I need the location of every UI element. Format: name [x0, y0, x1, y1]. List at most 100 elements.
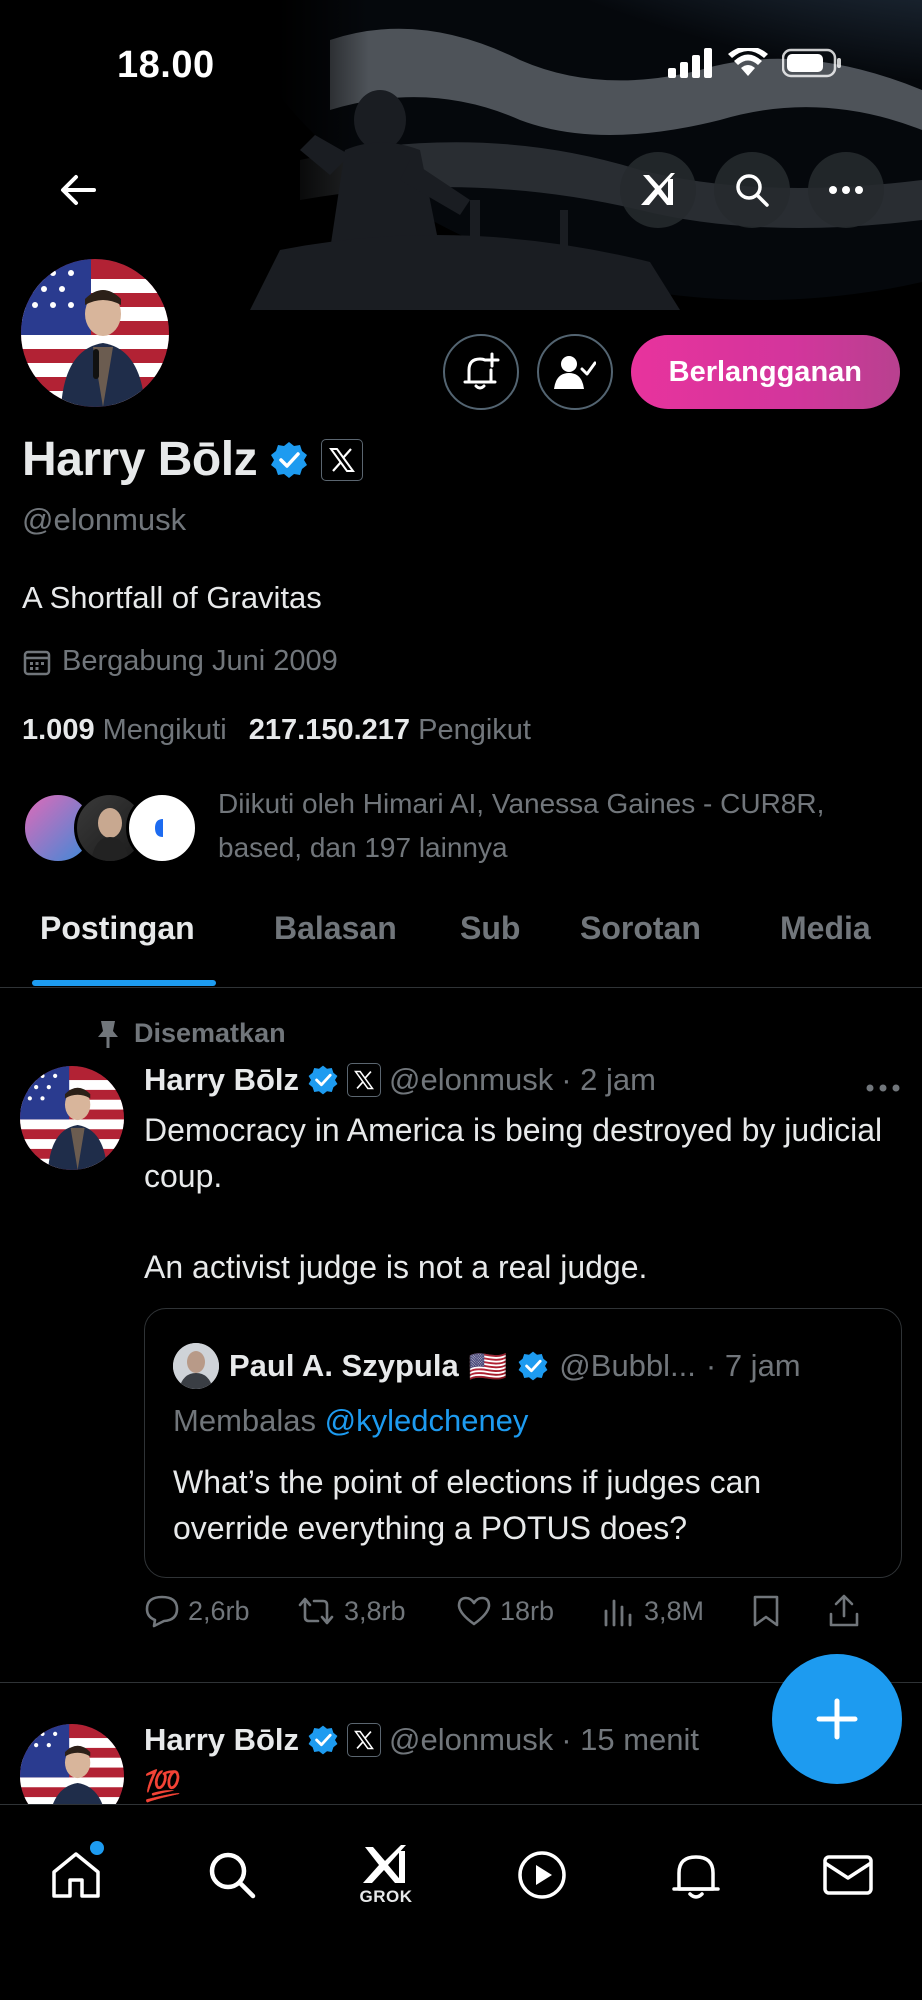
joined-text: Bergabung Juni 2009: [62, 645, 338, 677]
plus-icon: [816, 1698, 858, 1740]
tweet-author-handle: @elonmusk: [389, 1062, 554, 1097]
quoted-author-avatar: [173, 1343, 219, 1389]
tweet-avatar[interactable]: [20, 1066, 124, 1170]
affiliate-x-badge: [347, 1063, 382, 1097]
nav-grok-label: GROK: [359, 1887, 413, 1906]
nav-grok[interactable]: GROK: [346, 1835, 426, 1915]
following-link[interactable]: 1.009 Mengikuti: [22, 714, 227, 747]
followers-count: 217.150.217: [248, 714, 411, 746]
battery-icon: [782, 48, 841, 78]
tweet-more-button[interactable]: [866, 1066, 900, 1100]
tab-media[interactable]: Media: [780, 910, 871, 947]
share-button[interactable]: [828, 1594, 860, 1628]
reply-mention-link[interactable]: @kyledcheney: [325, 1403, 529, 1438]
bookmark-icon: [753, 1595, 779, 1627]
tweet-text-second-paragraph: An activist judge is not a real judge.: [144, 1249, 648, 1285]
more-options-button[interactable]: [808, 152, 884, 228]
profile-name-row: Harry Bōlz: [22, 432, 364, 487]
quoted-tweet[interactable]: Paul A. Szypula 🇺🇸 @Bubbl... · 7 jam Mem…: [144, 1308, 902, 1578]
nav-home[interactable]: [36, 1835, 116, 1915]
tweet-author-name[interactable]: Harry Bōlz: [144, 1062, 299, 1098]
tweet-actions: 2,6rb 3,8rb 18rb 3,8M: [144, 1594, 904, 1628]
following-button[interactable]: [536, 334, 613, 410]
affiliate-x-badge[interactable]: [321, 438, 364, 481]
like-count: 18rb: [500, 1595, 555, 1626]
views-count: 3,8M: [644, 1595, 705, 1626]
tab-subs[interactable]: Sub: [460, 910, 520, 947]
nav-notifications[interactable]: [656, 1835, 736, 1915]
following-label: Mengikuti: [102, 714, 227, 746]
profile-display-name: Harry Bōlz: [22, 433, 258, 486]
tab-replies[interactable]: Balasan: [274, 910, 397, 947]
quoted-tweet-time: · 7 jam: [705, 1348, 801, 1383]
pin-icon: [98, 1020, 118, 1048]
home-notification-dot: [90, 1841, 104, 1855]
play-circle-icon: [518, 1851, 566, 1899]
verified-badge-icon[interactable]: [269, 440, 309, 480]
quoted-author-flag: 🇺🇸: [468, 1348, 508, 1384]
back-arrow-icon: [61, 175, 96, 205]
x-logo-icon: [354, 1070, 375, 1090]
signal-icon: [668, 48, 712, 78]
follower-avatar: [126, 792, 198, 864]
search-profile-button[interactable]: [714, 152, 790, 228]
verified-badge-icon: [308, 1725, 338, 1755]
quoted-tweet-header: Paul A. Szypula 🇺🇸 @Bubbl... · 7 jam: [173, 1343, 801, 1389]
home-icon: [52, 1852, 100, 1898]
verified-badge-icon: [518, 1351, 548, 1381]
more-icon: [829, 186, 863, 194]
grok-icon: [641, 173, 675, 205]
followed-by-avatars: [22, 782, 202, 864]
back-button[interactable]: [48, 160, 108, 220]
nav-video[interactable]: [502, 1835, 582, 1915]
profile-handle: @elonmusk: [22, 502, 187, 537]
grok-profile-button[interactable]: [620, 152, 696, 228]
tab-posts[interactable]: Postingan: [40, 910, 195, 947]
tweet-text: Democracy in America is being destroyed …: [144, 1112, 883, 1194]
profile-bio: A Shortfall of Gravitas: [22, 580, 322, 615]
pinned-label: Disematkan: [96, 1018, 286, 1049]
x-logo-icon: [354, 1730, 375, 1750]
status-time: 18.00: [117, 44, 215, 86]
pinned-text: Disematkan: [134, 1018, 286, 1048]
views-button[interactable]: 3,8M: [602, 1595, 752, 1627]
reply-prefix: Membalas: [173, 1403, 316, 1438]
nav-messages[interactable]: [808, 1835, 888, 1915]
affiliate-x-badge: [347, 1723, 382, 1757]
bookmark-button[interactable]: [752, 1594, 828, 1628]
wifi-icon: [728, 48, 768, 76]
tweet-time: · 2 jam: [561, 1062, 656, 1097]
views-icon: [604, 1599, 632, 1627]
tweet-author-name[interactable]: Harry Bōlz: [144, 1722, 299, 1758]
compose-button[interactable]: [772, 1654, 902, 1784]
share-icon: [829, 1594, 859, 1627]
profile-avatar[interactable]: [16, 254, 174, 412]
notifications-toggle-button[interactable]: [442, 334, 519, 410]
followers-link[interactable]: 217.150.217 Pengikut: [249, 714, 531, 747]
reply-icon: [145, 1595, 179, 1628]
followed-by[interactable]: Diikuti oleh Himari AI, Vanessa Gaines -…: [22, 782, 898, 870]
repost-count: 3,8rb: [344, 1595, 406, 1626]
subscribe-button[interactable]: Berlangganan: [630, 335, 900, 409]
repost-button[interactable]: 3,8rb: [296, 1596, 456, 1627]
tweet-author-handle: @elonmusk: [389, 1722, 554, 1757]
follow-stats: 1.009 Mengikuti 217.150.217 Pengikut: [22, 714, 531, 747]
nav-search[interactable]: [192, 1835, 272, 1915]
tweet-header: Harry Bōlz @elonmusk · 2 jam: [144, 1062, 656, 1098]
tab-highlights[interactable]: Sorotan: [580, 910, 701, 947]
reply-button[interactable]: 2,6rb: [144, 1594, 296, 1628]
status-bar: 18.00: [0, 0, 922, 130]
tweet-time: · 15 menit: [561, 1722, 700, 1757]
status-icons: [668, 48, 842, 78]
verified-badge-icon: [308, 1065, 338, 1095]
followers-label: Pengikut: [418, 714, 531, 746]
profile-tabs: Postingan Balasan Sub Sorotan Media: [0, 910, 922, 988]
x-logo-icon: [329, 447, 356, 472]
profile-actions: Berlangganan: [442, 334, 900, 410]
active-tab-indicator: [32, 980, 216, 986]
tweet-header: Harry Bōlz @elonmusk · 15 menit: [144, 1722, 699, 1758]
like-button[interactable]: 18rb: [456, 1595, 602, 1627]
calendar-icon: [23, 650, 51, 675]
followed-by-text: Diikuti oleh Himari AI, Vanessa Gaines -…: [218, 788, 825, 863]
more-icon: [866, 1084, 900, 1092]
